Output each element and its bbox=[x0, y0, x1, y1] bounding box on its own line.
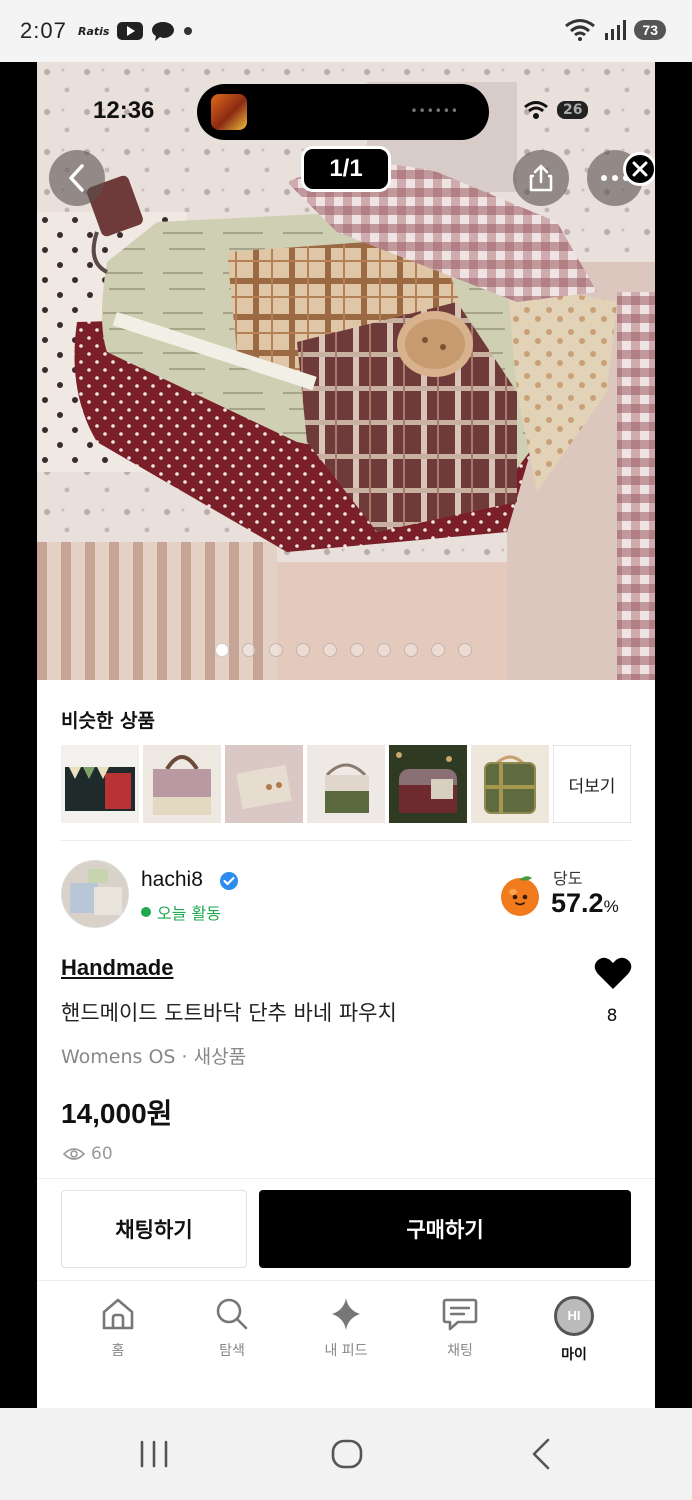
heart-icon[interactable] bbox=[593, 955, 633, 991]
android-navigation-bar bbox=[0, 1408, 692, 1500]
similar-products-list: 더보기 bbox=[61, 745, 631, 823]
sweetness-number: 57.2 bbox=[551, 888, 604, 918]
inner-battery-indicator: 26 bbox=[557, 101, 589, 119]
pager-dot[interactable] bbox=[215, 643, 229, 657]
now-playing-thumbnail bbox=[211, 94, 247, 130]
battery-indicator: 73 bbox=[634, 20, 666, 40]
pager-dot[interactable] bbox=[296, 643, 310, 657]
system-status-bar: 2:07 Ratis 73 bbox=[0, 0, 692, 62]
inner-status-time: 12:36 bbox=[93, 97, 155, 124]
nav-search[interactable]: 탐색 bbox=[192, 1296, 272, 1360]
product-price: 14,000원 bbox=[61, 1098, 173, 1129]
nav-divider bbox=[37, 1280, 655, 1281]
verified-badge-icon bbox=[220, 872, 238, 890]
inner-wifi-icon bbox=[524, 101, 548, 119]
pager-dot[interactable] bbox=[269, 643, 283, 657]
nav-my[interactable]: HI 마이 bbox=[534, 1296, 614, 1364]
home-icon bbox=[102, 1298, 134, 1330]
image-pager-dots bbox=[215, 643, 472, 657]
system-right-icons: 73 bbox=[564, 18, 666, 42]
notification-icons: Ratis bbox=[78, 20, 193, 42]
like-count: 8 bbox=[606, 1006, 618, 1026]
signal-icon bbox=[605, 20, 627, 40]
seller-avatar[interactable] bbox=[61, 860, 129, 928]
buy-button[interactable]: 구매하기 bbox=[259, 1190, 631, 1268]
right-frame bbox=[655, 62, 692, 1408]
action-divider bbox=[37, 1178, 655, 1179]
section-divider bbox=[61, 840, 631, 841]
product-title: 핸드메이드 도트바닥 단추 바네 파우치 bbox=[61, 1001, 397, 1025]
similar-product-thumb[interactable] bbox=[389, 745, 467, 823]
nav-chat-label: 채팅 bbox=[447, 1343, 473, 1359]
left-frame bbox=[0, 62, 37, 1408]
sweetness-unit: % bbox=[603, 897, 619, 916]
ratis-app-icon: Ratis bbox=[78, 24, 110, 38]
nav-feed-label: 내 피드 bbox=[324, 1343, 368, 1359]
view-count-text: 60 bbox=[91, 1144, 113, 1164]
youtube-icon bbox=[117, 22, 144, 40]
close-overlay-button[interactable] bbox=[623, 152, 655, 186]
similar-product-thumb[interactable] bbox=[471, 745, 549, 823]
chat-icon bbox=[442, 1298, 478, 1331]
back-button[interactable] bbox=[49, 150, 105, 206]
app-screen: 12:36 •••••• 26 1/1 비슷한 상품 더보기 hachi8 오늘… bbox=[37, 62, 655, 1408]
back-nav-button[interactable] bbox=[528, 1436, 556, 1472]
recent-apps-button[interactable] bbox=[138, 1436, 170, 1472]
dot-icon bbox=[184, 27, 193, 35]
similar-product-thumb[interactable] bbox=[307, 745, 385, 823]
nav-my-label: 마이 bbox=[561, 1347, 587, 1363]
online-dot-icon bbox=[141, 907, 151, 917]
search-icon bbox=[216, 1298, 248, 1330]
view-count: 60 bbox=[63, 1144, 113, 1164]
pager-dot[interactable] bbox=[350, 643, 364, 657]
dynamic-island: •••••• bbox=[197, 84, 489, 140]
pager-dot[interactable] bbox=[323, 643, 337, 657]
similar-product-thumb[interactable] bbox=[61, 745, 139, 823]
share-button[interactable] bbox=[513, 150, 569, 206]
nav-home[interactable]: 홈 bbox=[78, 1296, 158, 1360]
nav-search-label: 탐색 bbox=[219, 1343, 245, 1359]
seller-name[interactable]: hachi8 bbox=[141, 868, 203, 892]
nav-chat[interactable]: 채팅 bbox=[420, 1296, 500, 1360]
seller-activity: 오늘 활동 bbox=[141, 900, 221, 924]
product-meta: Womens OS · 새상품 bbox=[61, 1046, 247, 1068]
similar-product-thumb[interactable] bbox=[225, 745, 303, 823]
close-icon bbox=[632, 161, 648, 177]
pager-dot[interactable] bbox=[377, 643, 391, 657]
home-button[interactable] bbox=[330, 1436, 364, 1472]
pager-dot[interactable] bbox=[431, 643, 445, 657]
seller-activity-text: 오늘 활동 bbox=[157, 904, 221, 923]
similar-product-thumb[interactable] bbox=[143, 745, 221, 823]
image-counter: 1/1 bbox=[301, 146, 391, 192]
nav-home-label: 홈 bbox=[111, 1343, 125, 1359]
peach-icon bbox=[501, 876, 539, 916]
pager-dot[interactable] bbox=[458, 643, 472, 657]
wifi-icon bbox=[565, 19, 596, 41]
more-similar-button[interactable]: 더보기 bbox=[553, 745, 631, 823]
chat-bubble-icon bbox=[152, 22, 175, 41]
chevron-left-icon bbox=[69, 164, 84, 192]
eye-icon bbox=[63, 1148, 85, 1160]
sweetness-label: 당도 bbox=[553, 869, 583, 888]
similar-products-title: 비슷한 상품 bbox=[61, 710, 156, 732]
dynamic-island-dots: •••••• bbox=[410, 104, 459, 118]
chat-button[interactable]: 채팅하기 bbox=[61, 1190, 247, 1268]
sweetness-value: 57.2% bbox=[551, 888, 619, 919]
system-time: 2:07 bbox=[20, 18, 67, 43]
pager-dot[interactable] bbox=[242, 643, 256, 657]
pager-dot[interactable] bbox=[404, 643, 418, 657]
nav-feed[interactable]: 내 피드 bbox=[306, 1296, 386, 1360]
inner-status-right: 26 bbox=[523, 100, 589, 120]
share-icon bbox=[529, 164, 553, 192]
shop-link[interactable]: Handmade bbox=[61, 955, 173, 981]
my-avatar-icon: HI bbox=[554, 1296, 594, 1336]
bottom-nav: 홈 탐색 내 피드 채팅 HI 마이 bbox=[37, 1296, 655, 1376]
sparkle-icon bbox=[332, 1298, 360, 1330]
